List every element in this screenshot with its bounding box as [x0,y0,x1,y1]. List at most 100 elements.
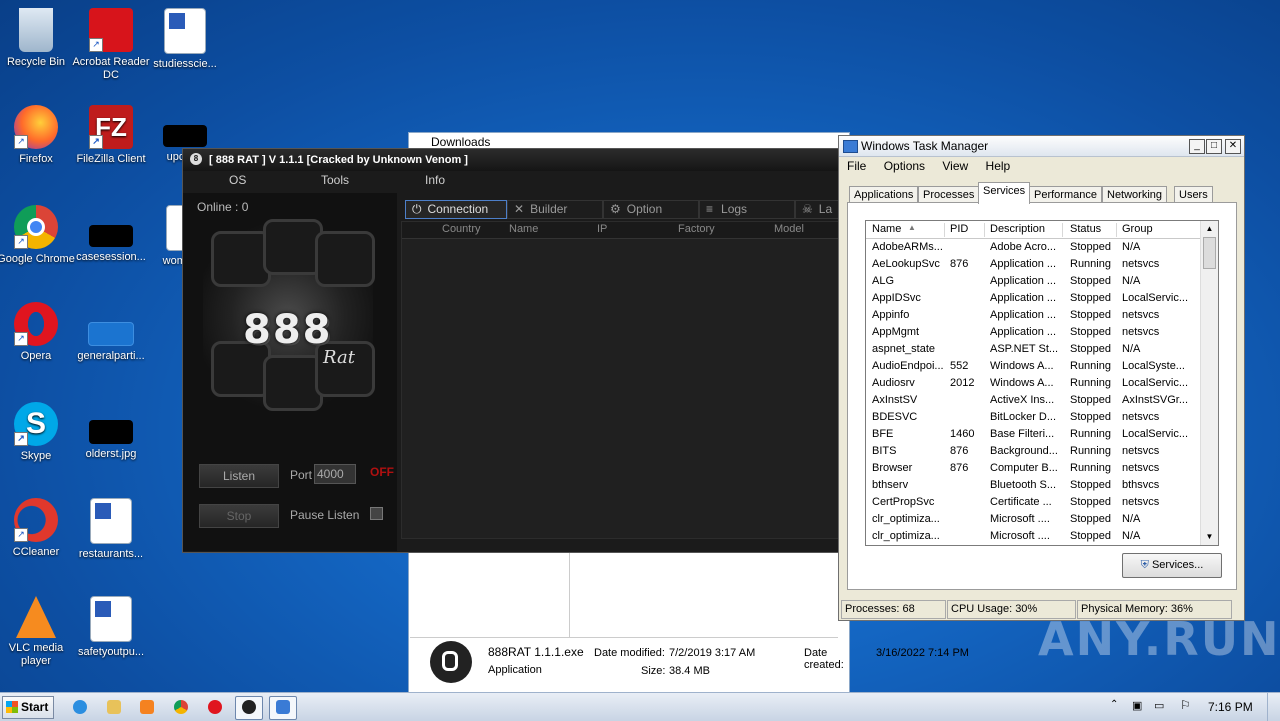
col-country[interactable]: Country [442,223,481,235]
service-row[interactable]: AudioEndpoi... 552 Windows A... Running Loca… [866,358,1218,375]
menu-file[interactable]: File [847,159,866,173]
svc-name: Audiosrv [872,377,915,389]
stop-button[interactable]: Stop [199,504,279,528]
service-row[interactable]: clr_optimiza... Microsoft .... Stopped N/A [866,528,1218,545]
desktop-icon-acrobat[interactable]: ↗ Acrobat Reader DC [72,8,150,82]
maximize-button[interactable]: □ [1206,139,1222,154]
svc-name: AdobeARMs... [872,241,943,253]
taskbar-opera[interactable] [201,696,229,720]
tray-folder-icon[interactable]: ▭ [1154,699,1164,712]
desktop-icon-firefox[interactable]: ↗ Firefox [0,105,75,166]
desktop-icon-opera[interactable]: ↗ Opera [0,302,75,363]
desktop-icon-safetyoutpu[interactable]: safetyoutpu... [72,596,150,659]
services-list[interactable]: Name ▲ PID Description Status Group Adob… [865,220,1219,546]
taskbar-888rat[interactable] [235,696,263,720]
show-desktop-button[interactable] [1267,693,1280,721]
desktop-icon-casesession[interactable]: casesession... [72,225,150,264]
listen-button[interactable]: Listen [199,464,279,488]
tab-option[interactable]: ⚙ Option [603,200,699,219]
menu-view[interactable]: View [942,159,968,173]
port-input[interactable]: 4000 [314,464,356,484]
service-row[interactable]: BITS 876 Background... Running netsvcs [866,443,1218,460]
service-row[interactable]: BDESVC BitLocker D... Stopped netsvcs [866,409,1218,426]
desktop-icon-vlc[interactable]: VLC media player [0,596,75,668]
service-row[interactable]: clr_optimiza... Microsoft .... Stopped N/A [866,511,1218,528]
tab-logs[interactable]: ≡ Logs [699,200,795,219]
service-row[interactable]: AppIDSvc Application ... Stopped LocalServi… [866,290,1218,307]
scroll-down-arrow-icon[interactable]: ▼ [1201,529,1218,545]
menu-tools[interactable]: Tools [321,173,349,187]
menu-os[interactable]: OS [229,173,246,187]
col-name[interactable]: Name [509,223,538,235]
taskbar-media-player[interactable] [133,696,161,720]
desktop-icon-chrome[interactable]: ↗ Google Chrome [0,205,75,266]
desktop-icon-filezilla[interactable]: FZ ↗ FileZilla Client [72,105,150,166]
close-button[interactable]: ✕ [1225,139,1241,154]
service-row[interactable]: ALG Application ... Stopped N/A [866,273,1218,290]
tab-applications[interactable]: Applications [849,186,919,203]
tab-users[interactable]: Users [1174,186,1213,203]
taskmgr-menu: File Options View Help [839,157,1244,175]
tab-performance[interactable]: Performance [1029,186,1102,203]
pause-listen-checkbox[interactable] [370,507,383,520]
taskbar-explorer[interactable] [100,696,128,720]
rat-title-bar[interactable]: 8 [ 888 RAT ] V 1.1.1 [Cracked by Unknow… [183,149,843,171]
connection-grid[interactable]: Country Name IP Factory Model [401,221,845,539]
scroll-thumb[interactable] [1203,237,1216,269]
svc-name: ALG [872,275,895,287]
col-pid[interactable]: PID [950,223,985,237]
shield-icon: ⛨ [1140,559,1152,571]
services-button[interactable]: ⛨ Services... [1122,553,1222,578]
tab-builder[interactable]: ✕ Builder [507,200,603,219]
service-row[interactable]: AxInstSV ActiveX Ins... Stopped AxInstSVGr.… [866,392,1218,409]
tab-connection[interactable]: ⏻ Connection [405,200,507,219]
minimize-button[interactable]: _ [1189,139,1205,154]
taskbar-ie[interactable] [66,696,94,720]
tab-la[interactable]: ☠ La [795,200,843,219]
menu-info[interactable]: Info [425,173,445,187]
col-ip[interactable]: IP [597,223,607,235]
col-group[interactable]: Group [1122,223,1198,237]
desktop-icon-ccleaner[interactable]: ↗ CCleaner [0,498,75,559]
start-button[interactable]: Start [2,696,54,719]
desktop-icon-olderst[interactable]: olderst.jpg [72,420,150,461]
service-row[interactable]: aspnet_state ASP.NET St... Stopped N/A [866,341,1218,358]
tab-services[interactable]: Services [978,182,1031,204]
service-row[interactable]: CertPropSvc Certificate ... Stopped netsvcs [866,494,1218,511]
tray-network-icon[interactable]: ▣ [1132,699,1142,712]
sort-asc-icon: ▲ [908,223,916,232]
rat-window[interactable]: 8 [ 888 RAT ] V 1.1.1 [Cracked by Unknow… [182,148,845,553]
taskbar-taskmgr[interactable] [269,696,297,720]
scrollbar[interactable]: ▲ ▼ [1200,221,1218,545]
service-row[interactable]: Appinfo Application ... Stopped netsvcs [866,307,1218,324]
menu-options[interactable]: Options [884,159,925,173]
service-row[interactable]: AeLookupSvc 876 Application ... Running nets… [866,256,1218,273]
col-factory[interactable]: Factory [678,223,715,235]
service-row[interactable]: Browser 876 Computer B... Running netsvcs [866,460,1218,477]
desktop-icon-word-doc[interactable]: studiesscie... [146,8,224,71]
clock[interactable]: 7:16 PM [1208,700,1253,714]
tab-processes[interactable]: Processes [918,186,980,203]
service-row[interactable]: BFE 1460 Base Filteri... Running LocalServic… [866,426,1218,443]
skull-icon: ☠ [802,202,813,216]
task-manager-window[interactable]: Windows Task Manager _ □ ✕ File Options … [838,135,1245,621]
service-row[interactable]: Audiosrv 2012 Windows A... Running LocalServ… [866,375,1218,392]
desktop-icon-label: Opera [20,350,52,362]
service-row[interactable]: AdobeARMs... Adobe Acro... Stopped N/A [866,239,1218,256]
scroll-up-arrow-icon[interactable]: ▲ [1201,221,1218,237]
tray-chevron-icon[interactable]: ⌃ [1110,699,1118,710]
desktop-icon-generalparti[interactable]: generalparti... [72,322,150,363]
menu-help[interactable]: Help [986,159,1011,173]
desktop-icon-recycle-bin[interactable]: Recycle Bin [0,8,75,69]
col-model[interactable]: Model [774,223,804,235]
service-row[interactable]: AppMgmt Application ... Stopped netsvcs [866,324,1218,341]
tab-networking[interactable]: Networking [1102,186,1168,203]
tray-flag-icon[interactable]: ⚐ [1180,698,1191,712]
desktop-icon-skype[interactable]: S ↗ Skype [0,402,75,463]
taskbar-chrome[interactable] [167,696,195,720]
service-row[interactable]: bthserv Bluetooth S... Stopped bthsvcs [866,477,1218,494]
desktop-icon-restaurants[interactable]: restaurants... [72,498,150,561]
col-status[interactable]: Status [1070,223,1117,237]
taskmgr-title-bar[interactable]: Windows Task Manager _ □ ✕ [839,136,1244,157]
col-description[interactable]: Description [990,223,1063,237]
